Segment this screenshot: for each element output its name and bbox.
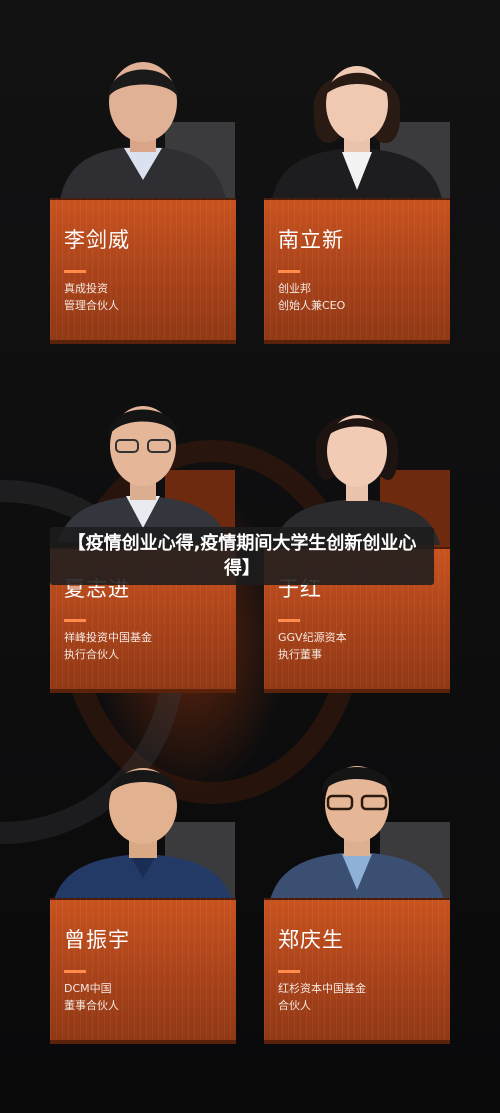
speaker-company: 祥峰投资中国基金: [64, 631, 152, 644]
speaker-company: 创业邦: [278, 282, 311, 295]
speaker-poster: 李剑威 真成投资 管理合伙人 南立新 创业邦 创始人兼CEO 夏志进 祥峰投资中…: [0, 0, 500, 1113]
speaker-card: 南立新 创业邦 创始人兼CEO: [264, 198, 450, 344]
speaker-role: 创始人兼CEO: [278, 299, 346, 312]
portrait-photo: [264, 40, 450, 200]
speaker-title: 红杉资本中国基金 合伙人: [278, 980, 366, 1014]
title-banner: 【疫情创业心得,疫情期间大学生创新创业心得】: [50, 527, 434, 585]
speaker-card: 曾振宇 DCM中国 董事合伙人: [50, 898, 236, 1044]
speaker-title: 真成投资 管理合伙人: [64, 280, 119, 314]
accent-bar: [64, 970, 86, 973]
speaker-company: DCM中国: [64, 982, 112, 995]
speaker-role: 执行合伙人: [64, 648, 119, 661]
speaker-name: 南立新: [278, 228, 344, 252]
speaker-card: 李剑威 真成投资 管理合伙人: [50, 198, 236, 344]
accent-bar: [278, 970, 300, 973]
speaker-title: 创业邦 创始人兼CEO: [278, 280, 345, 314]
speaker-company: 红杉资本中国基金: [278, 982, 366, 995]
speaker-title: 祥峰投资中国基金 执行合伙人: [64, 629, 152, 663]
speaker-company: 真成投资: [64, 282, 108, 295]
accent-bar: [64, 270, 86, 273]
portrait-photo: [50, 382, 236, 542]
portrait-photo: [50, 40, 236, 200]
speaker-card: 郑庆生 红杉资本中国基金 合伙人: [264, 898, 450, 1044]
portrait-photo: [264, 740, 450, 900]
speaker-company: GGV纪源资本: [278, 631, 347, 644]
portrait-photo: [264, 385, 450, 545]
banner-title: 【疫情创业心得,疫情期间大学生创新创业心得】: [67, 533, 417, 579]
portrait-photo: [50, 740, 236, 900]
speaker-role: 董事合伙人: [64, 999, 119, 1012]
speaker-name: 李剑威: [64, 228, 130, 252]
accent-bar: [278, 619, 300, 622]
speaker-name: 曾振宇: [64, 928, 130, 952]
speaker-role: 合伙人: [278, 999, 311, 1012]
speaker-title: GGV纪源资本 执行董事: [278, 629, 347, 663]
speaker-title: DCM中国 董事合伙人: [64, 980, 119, 1014]
accent-bar: [64, 619, 86, 622]
speaker-name: 郑庆生: [278, 928, 344, 952]
speaker-role: 执行董事: [278, 648, 322, 661]
accent-bar: [278, 270, 300, 273]
speaker-role: 管理合伙人: [64, 299, 119, 312]
